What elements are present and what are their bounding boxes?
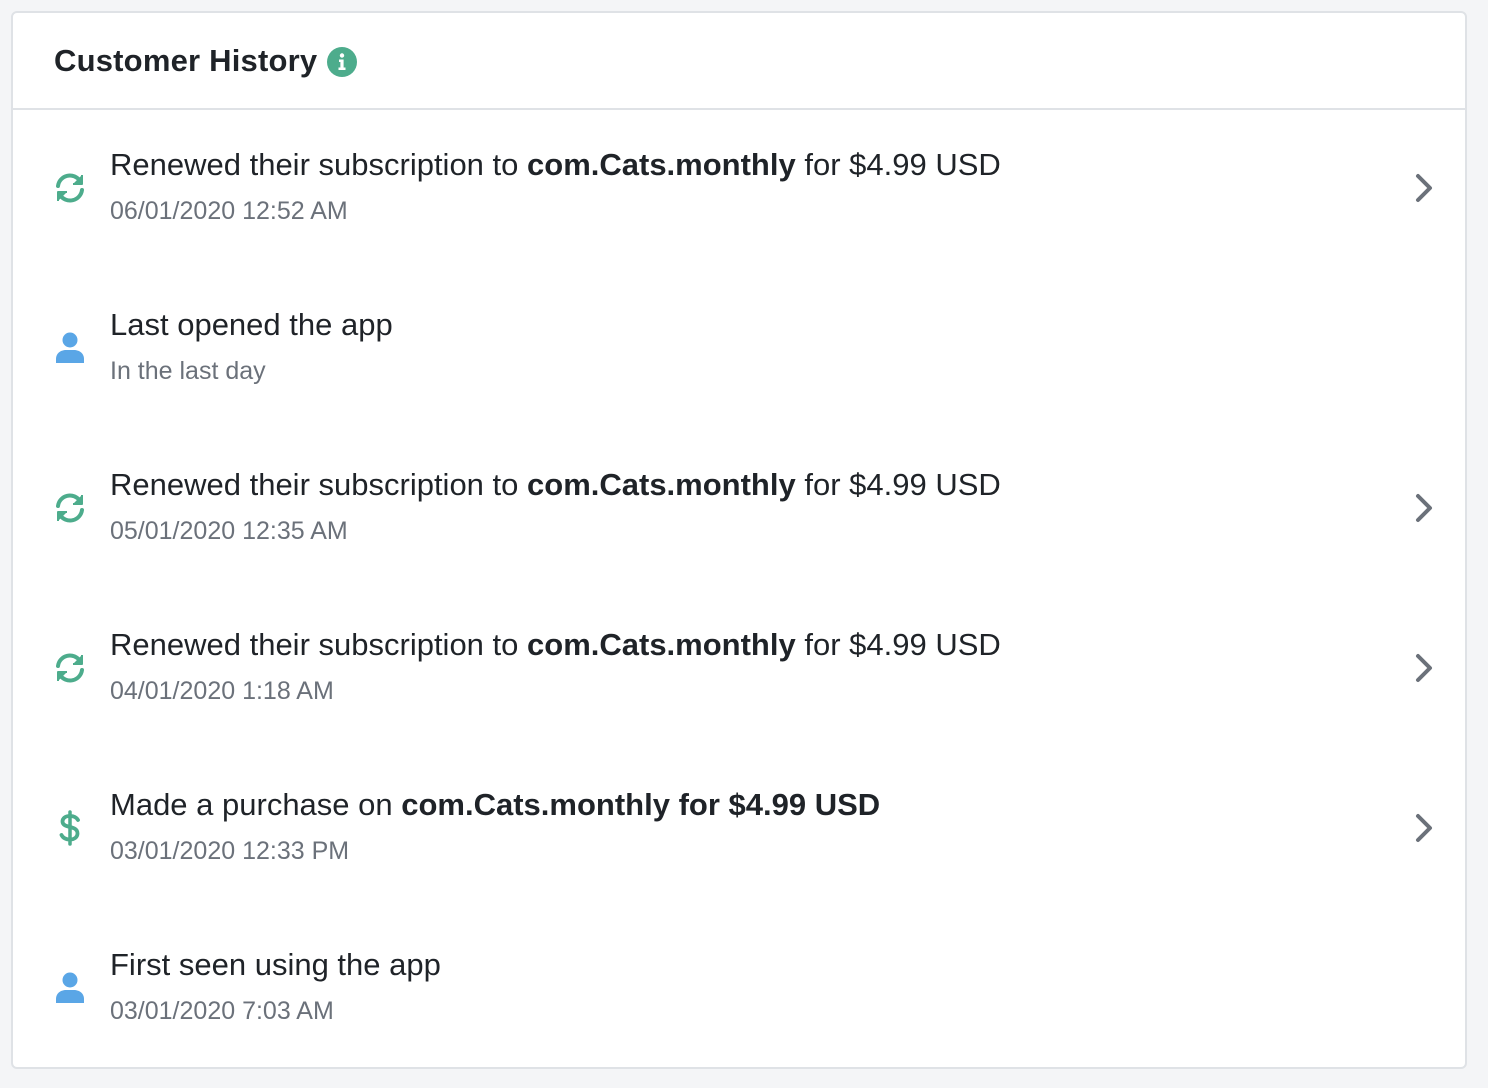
event-title: First seen using the app bbox=[110, 947, 441, 982]
user-icon bbox=[53, 970, 87, 1006]
product-name: com.Cats.monthly bbox=[527, 467, 796, 502]
event-timestamp: 04/01/2020 1:18 AM bbox=[110, 677, 334, 705]
product-name: com.Cats.monthly bbox=[527, 147, 796, 182]
history-row[interactable]: Renewed their subscription to com.Cats.m… bbox=[13, 590, 1465, 750]
card-header: Customer History bbox=[13, 13, 1465, 110]
product-name: com.Cats.monthly bbox=[527, 627, 796, 662]
event-title: Renewed their subscription to com.Cats.m… bbox=[110, 467, 1001, 502]
refresh-icon bbox=[53, 170, 87, 206]
chevron-right-icon[interactable] bbox=[1413, 812, 1435, 844]
event-timestamp: 06/01/2020 12:52 AM bbox=[110, 197, 348, 225]
info-icon[interactable] bbox=[327, 46, 358, 77]
history-row: Last opened the app In the last day bbox=[13, 270, 1465, 430]
history-row[interactable]: Made a purchase on com.Cats.monthly for … bbox=[13, 750, 1465, 910]
event-subtitle: In the last day bbox=[110, 357, 266, 385]
product-name: com.Cats.monthly for $4.99 USD bbox=[401, 787, 881, 822]
refresh-icon bbox=[53, 490, 87, 526]
chevron-right-icon[interactable] bbox=[1413, 172, 1435, 204]
history-row[interactable]: Renewed their subscription to com.Cats.m… bbox=[13, 110, 1465, 270]
event-timestamp: 03/01/2020 7:03 AM bbox=[110, 997, 334, 1025]
event-title: Renewed their subscription to com.Cats.m… bbox=[110, 147, 1001, 182]
history-row: First seen using the app 03/01/2020 7:03… bbox=[13, 910, 1465, 1070]
dollar-icon bbox=[53, 810, 87, 846]
event-timestamp: 03/01/2020 12:33 PM bbox=[110, 837, 350, 865]
customer-history-card: Customer History Renewed their subscript bbox=[11, 11, 1467, 1069]
chevron-right-icon[interactable] bbox=[1413, 652, 1435, 684]
history-row[interactable]: Renewed their subscription to com.Cats.m… bbox=[13, 430, 1465, 590]
event-title: Last opened the app bbox=[110, 307, 393, 342]
user-icon bbox=[53, 330, 87, 366]
chevron-right-icon[interactable] bbox=[1413, 492, 1435, 524]
event-timestamp: 05/01/2020 12:35 AM bbox=[110, 517, 348, 545]
card-title: Customer History bbox=[54, 42, 318, 78]
event-title: Renewed their subscription to com.Cats.m… bbox=[110, 627, 1001, 662]
refresh-icon bbox=[53, 650, 87, 686]
event-title: Made a purchase on com.Cats.monthly for … bbox=[110, 787, 881, 822]
